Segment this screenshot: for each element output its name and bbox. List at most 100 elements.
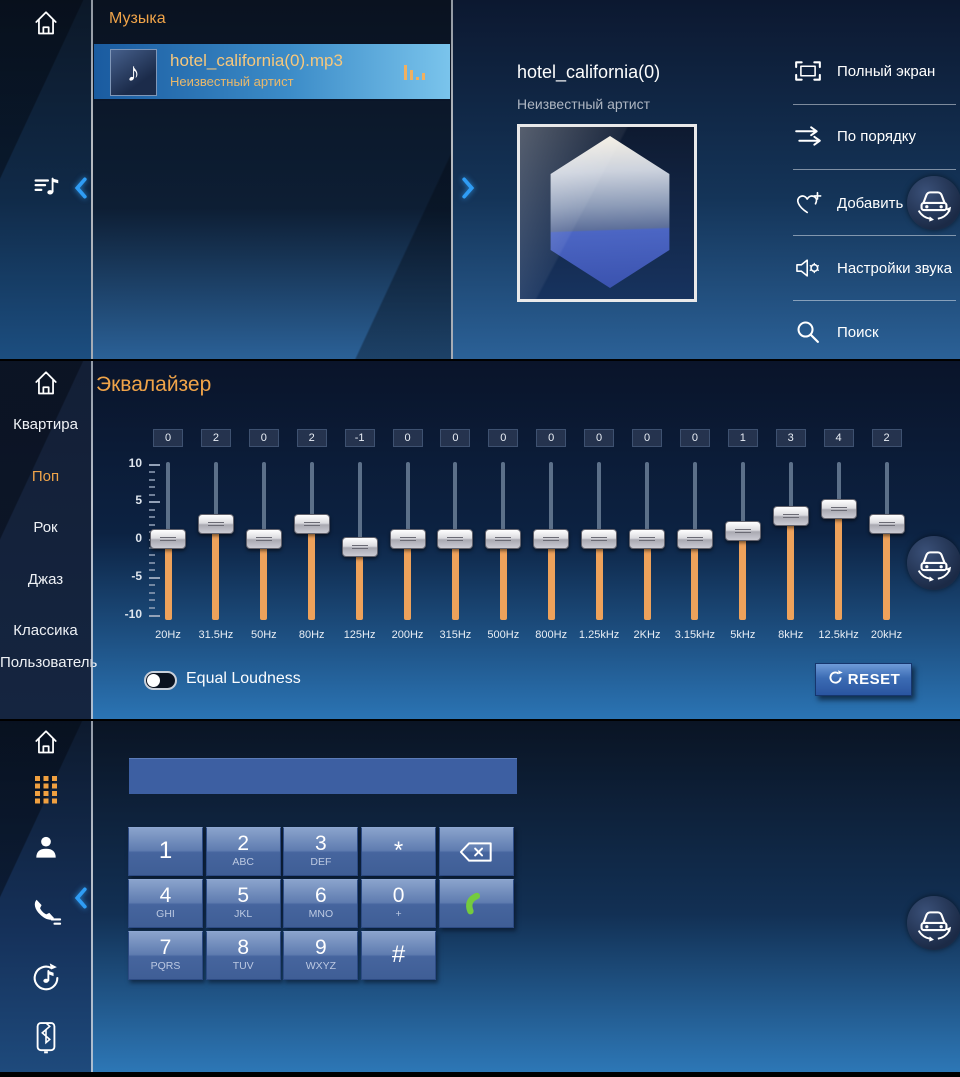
menu-item-1[interactable]: Полный экран <box>793 51 960 91</box>
key-star[interactable]: * <box>361 827 436 876</box>
slider-handle[interactable] <box>581 529 617 549</box>
slider-track[interactable] <box>262 462 266 539</box>
collapse-left-chevron-icon[interactable] <box>74 887 87 909</box>
menu-separator <box>793 235 956 236</box>
home-icon[interactable] <box>30 7 62 37</box>
slider-track[interactable] <box>406 462 410 539</box>
slider-track-active[interactable] <box>404 539 411 620</box>
slider-handle[interactable] <box>869 514 905 534</box>
slider-track-active[interactable] <box>500 539 507 620</box>
slider-handle[interactable] <box>150 529 186 549</box>
preset-рок[interactable]: Рок <box>0 518 91 538</box>
slider-handle[interactable] <box>629 529 665 549</box>
slider-track[interactable] <box>501 462 505 539</box>
slider-handle[interactable] <box>533 529 569 549</box>
expand-right-chevron-icon[interactable] <box>462 177 475 199</box>
slider-track-active[interactable] <box>356 547 363 620</box>
slider-track-active[interactable] <box>548 539 555 620</box>
key-0[interactable]: 0+ <box>361 879 436 928</box>
scale-label: -10 <box>94 607 142 621</box>
key-5[interactable]: 5JKL <box>206 879 281 928</box>
slider-handle[interactable] <box>677 529 713 549</box>
slider-handle[interactable] <box>437 529 473 549</box>
key-9[interactable]: 9WXYZ <box>283 931 358 980</box>
key-main-label: # <box>362 932 435 978</box>
key-7[interactable]: 7PQRS <box>128 931 203 980</box>
slider-handle[interactable] <box>390 529 426 549</box>
band-value: 2 <box>201 429 231 447</box>
slider-track-active[interactable] <box>644 539 651 620</box>
menu-item-2[interactable]: По порядку <box>793 116 960 156</box>
key-4[interactable]: 4GHI <box>128 879 203 928</box>
home-icon[interactable] <box>30 726 62 756</box>
equal-loudness-toggle[interactable] <box>144 671 177 690</box>
slider-track[interactable] <box>597 462 601 539</box>
bluetooth-phone-icon[interactable] <box>32 1021 60 1055</box>
slider-handle[interactable] <box>821 499 857 519</box>
slider-track[interactable] <box>166 462 170 539</box>
slider-handle[interactable] <box>246 529 282 549</box>
slider-track-active[interactable] <box>835 509 842 620</box>
menu-item-4[interactable]: Настройки звука <box>793 248 960 288</box>
slider-handle[interactable] <box>773 506 809 526</box>
band-value: 3 <box>776 429 806 447</box>
recent-calls-icon[interactable] <box>29 895 63 927</box>
audio-icon[interactable] <box>29 961 63 995</box>
collapse-left-chevron-icon[interactable] <box>74 177 87 199</box>
slider-track-active[interactable] <box>308 524 315 620</box>
slider-track-active[interactable] <box>260 539 267 620</box>
dialpad-icon[interactable] <box>31 771 61 805</box>
key-3[interactable]: 3DEF <box>283 827 358 876</box>
slider-track-active[interactable] <box>739 531 746 620</box>
track-item[interactable]: ♪ hotel_california(0).mp3 Неизвестный ар… <box>94 44 450 101</box>
car-mode-button[interactable] <box>907 536 960 590</box>
car-swap-icon <box>911 538 957 589</box>
divider <box>91 361 93 719</box>
key-8[interactable]: 8TUV <box>206 931 281 980</box>
slider-track-active[interactable] <box>452 539 459 620</box>
backspace-key[interactable] <box>439 827 514 876</box>
band-value: 2 <box>872 429 902 447</box>
key-6[interactable]: 6MNO <box>283 879 358 928</box>
car-mode-button[interactable] <box>907 176 960 230</box>
slider-handle[interactable] <box>342 537 378 557</box>
key-2[interactable]: 2ABC <box>206 827 281 876</box>
slider-handle[interactable] <box>725 521 761 541</box>
slider-track[interactable] <box>549 462 553 539</box>
music-list-icon[interactable] <box>29 172 63 204</box>
car-mode-button[interactable] <box>907 896 960 950</box>
key-1[interactable]: 1 <box>128 827 203 876</box>
album-art-hexagon <box>544 136 676 288</box>
slider-track-active[interactable] <box>691 539 698 620</box>
preset-поп[interactable]: Поп <box>0 467 91 487</box>
slider-track[interactable] <box>693 462 697 539</box>
call-key[interactable] <box>439 879 514 928</box>
slider-handle[interactable] <box>198 514 234 534</box>
preset-пользователь[interactable]: Пользователь <box>0 653 91 673</box>
slider-handle[interactable] <box>485 529 521 549</box>
home-icon[interactable] <box>30 367 62 397</box>
eq-band-315Hz: 0315Hz <box>431 361 479 719</box>
slider-track-active[interactable] <box>165 539 172 620</box>
contacts-icon[interactable] <box>30 832 62 862</box>
key-hash[interactable]: # <box>361 931 436 980</box>
eq-band-200Hz: 0200Hz <box>384 361 432 719</box>
car-swap-icon <box>911 898 957 949</box>
music-note-icon: ♪ <box>110 49 157 96</box>
preset-классика[interactable]: Классика <box>0 621 91 641</box>
slider-track[interactable] <box>645 462 649 539</box>
key-sub-label: + <box>362 909 435 920</box>
slider-track-active[interactable] <box>212 524 219 620</box>
slider-track-active[interactable] <box>787 516 794 620</box>
preset-джаз[interactable]: Джаз <box>0 570 91 590</box>
favorite-add-icon <box>793 189 823 217</box>
slider-track-active[interactable] <box>883 524 890 620</box>
dial-number-input[interactable] <box>129 758 517 794</box>
reset-button[interactable]: RESET <box>815 663 912 696</box>
slider-handle[interactable] <box>294 514 330 534</box>
slider-track-active[interactable] <box>596 539 603 620</box>
menu-item-5[interactable]: Поиск <box>793 312 960 352</box>
slider-track[interactable] <box>358 462 362 547</box>
slider-track[interactable] <box>453 462 457 539</box>
preset-квартира[interactable]: Квартира <box>0 415 91 435</box>
